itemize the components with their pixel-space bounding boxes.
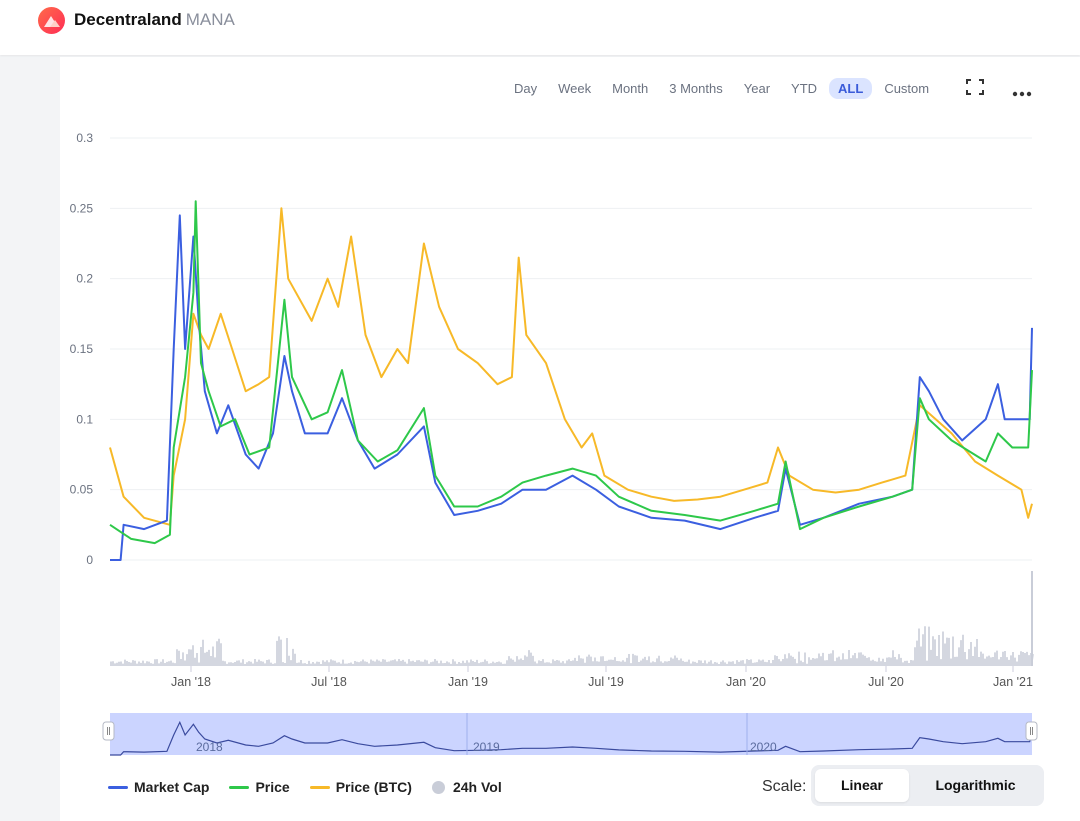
price-line [109, 200, 1033, 545]
y-tick-label: 0.25 [70, 201, 94, 215]
x-tick-label: Jul '18 [311, 675, 347, 689]
x-tick-label: Jul '20 [868, 675, 904, 689]
market-cap-line [110, 214, 1033, 561]
y-tick-label: 0.1 [76, 412, 93, 426]
navigator-year-label: 2018 [196, 740, 223, 754]
scale-logarithmic-button[interactable]: Logarithmic [911, 769, 1040, 802]
navigator-left-handle[interactable] [102, 721, 115, 741]
y-tick-label: 0.2 [76, 272, 93, 286]
y-tick-label: 0.05 [70, 483, 94, 497]
legend-volume-swatch [431, 780, 445, 794]
legend-price-btc-label: Price (BTC) [335, 779, 412, 795]
x-tick-label: Jan '20 [726, 675, 766, 689]
chart-legend: Market Cap Price Price (BTC) 24h Vol [108, 779, 522, 795]
x-tick-label: Jan '18 [171, 675, 211, 689]
legend-market-cap-label: Market Cap [134, 779, 210, 795]
scale-linear-button[interactable]: Linear [815, 769, 909, 802]
legend-price-label: Price [255, 779, 290, 795]
y-tick-label: 0.3 [76, 131, 93, 145]
legend-price-swatch [229, 785, 250, 789]
legend-market-cap-swatch [108, 785, 128, 789]
x-tick-label: Jul '19 [588, 675, 624, 689]
legend-price[interactable]: Price [229, 779, 290, 795]
legend-volume-label: 24h Vol [452, 779, 502, 795]
x-tick-label: Jan '19 [448, 675, 488, 689]
x-tick-label: Jan '21 [993, 675, 1033, 689]
scale-toggle: Linear Logarithmic [811, 765, 1044, 806]
y-tick-label: 0 [86, 553, 93, 567]
legend-price-btc-swatch [309, 785, 330, 789]
legend-price-btc[interactable]: Price (BTC) [309, 779, 412, 795]
y-tick-label: 0.15 [70, 342, 94, 356]
volume-bar-latest [1031, 571, 1033, 666]
navigator-right-handle[interactable] [1025, 721, 1038, 741]
legend-volume[interactable]: 24h Vol [431, 779, 502, 795]
legend-market-cap[interactable]: Market Cap [108, 779, 209, 795]
price-chart[interactable]: 0.3 0.25 0.2 0.15 0.1 0.05 0 Jan '18 Jul '18 Jan … [0, 0, 1080, 821]
navigator-year-label: 2019 [473, 740, 500, 754]
scale-label: Scale: [762, 778, 807, 795]
navigator-year-label: 2020 [750, 740, 777, 754]
volume-bars [110, 626, 1034, 666]
